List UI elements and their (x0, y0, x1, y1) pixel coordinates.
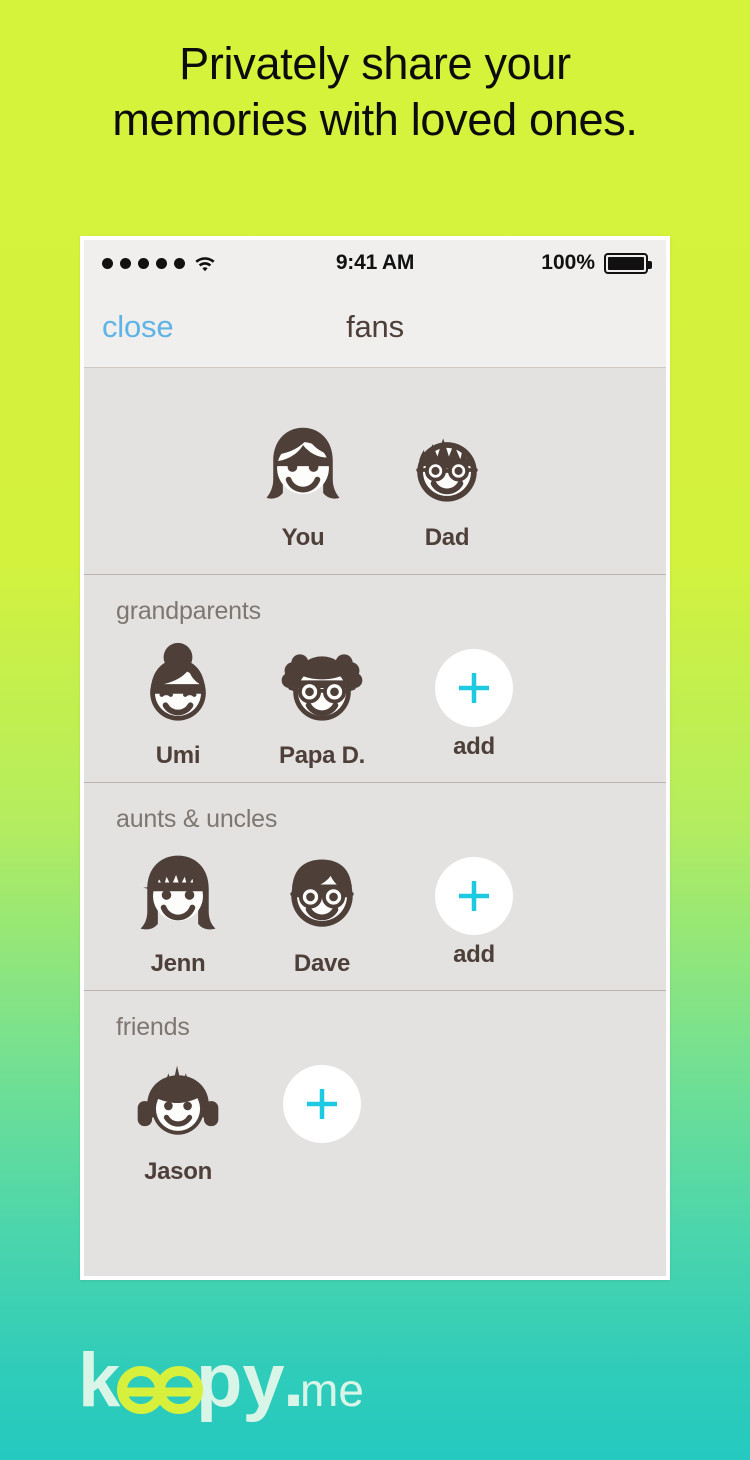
grandma-bun-avatar (130, 640, 226, 736)
person-name: Dad (424, 524, 470, 551)
person-cell[interactable]: Jason (106, 1042, 250, 1186)
grandpa-glasses-avatar (274, 640, 370, 736)
status-bar: 9:41 AM 100% (84, 240, 666, 286)
man-spiky-hair-glasses-avatar (399, 422, 495, 518)
add-person-button[interactable]: add (394, 626, 554, 770)
add-circle[interactable] (435, 649, 513, 727)
keepy-me-wordmark: k py . me (78, 1348, 364, 1423)
add-label: add (453, 941, 495, 968)
fans-list: You Dad grandparents Umi Papa D. add aun… (84, 368, 666, 1276)
person-name: Jenn (150, 950, 206, 977)
keepy-logo[interactable]: k py . me (78, 1348, 378, 1426)
person-name: You (281, 524, 325, 551)
man-glasses-avatar (274, 848, 370, 944)
person-name: Papa D. (279, 742, 365, 769)
people-row: Jenn Dave add (84, 834, 666, 978)
add-person-button[interactable]: add (394, 834, 554, 978)
section-parents: You Dad (84, 368, 666, 575)
person-cell[interactable]: Umi (106, 626, 250, 770)
plus-icon (307, 1089, 337, 1119)
person-cell[interactable]: Jenn (106, 834, 250, 978)
person-name: Umi (155, 742, 201, 769)
person-name: Dave (293, 950, 351, 977)
section-label: grandparents (116, 597, 261, 625)
section-label: aunts & uncles (116, 805, 278, 833)
woman-bob-hair-avatar (130, 848, 226, 944)
close-button[interactable]: close (102, 309, 174, 345)
people-row: You Dad (84, 408, 666, 552)
people-row: Jason (84, 1042, 666, 1186)
phone-frame: 9:41 AM 100% close fans You Dad grandpar… (80, 236, 670, 1280)
section-aunts-uncles: aunts & uncles Jenn Dave add (84, 783, 666, 991)
svg-text:k: k (78, 1348, 121, 1423)
nav-bar: close fans (84, 286, 666, 368)
person-cell[interactable]: Dave (250, 834, 394, 978)
plus-icon (459, 881, 489, 911)
add-person-button[interactable] (250, 1042, 394, 1186)
svg-text:py: py (196, 1348, 285, 1423)
girl-long-hair-avatar (255, 422, 351, 518)
headline-line-1: Privately share your (179, 38, 571, 89)
add-label: add (453, 733, 495, 760)
person-name: Jason (144, 1158, 212, 1185)
status-bar-time: 9:41 AM (335, 251, 415, 274)
boy-headphones-avatar (130, 1056, 226, 1152)
section-grandparents: grandparents Umi Papa D. add (84, 575, 666, 783)
svg-text:me: me (300, 1364, 364, 1416)
person-cell[interactable]: Dad (375, 408, 519, 552)
plus-icon (459, 673, 489, 703)
phone-screen: 9:41 AM 100% close fans You Dad grandpar… (84, 240, 666, 1276)
page-title: Privately share your memories with loved… (0, 36, 750, 148)
section-label: friends (116, 1013, 190, 1041)
person-cell[interactable]: Papa D. (250, 626, 394, 770)
battery-full-icon (604, 252, 652, 274)
people-row: Umi Papa D. add (84, 626, 666, 770)
add-circle[interactable] (283, 1065, 361, 1143)
add-circle[interactable] (435, 857, 513, 935)
headline-line-2: memories with loved ones. (112, 94, 638, 145)
person-cell[interactable]: You (231, 408, 375, 552)
section-friends: friends Jason (84, 991, 666, 1198)
